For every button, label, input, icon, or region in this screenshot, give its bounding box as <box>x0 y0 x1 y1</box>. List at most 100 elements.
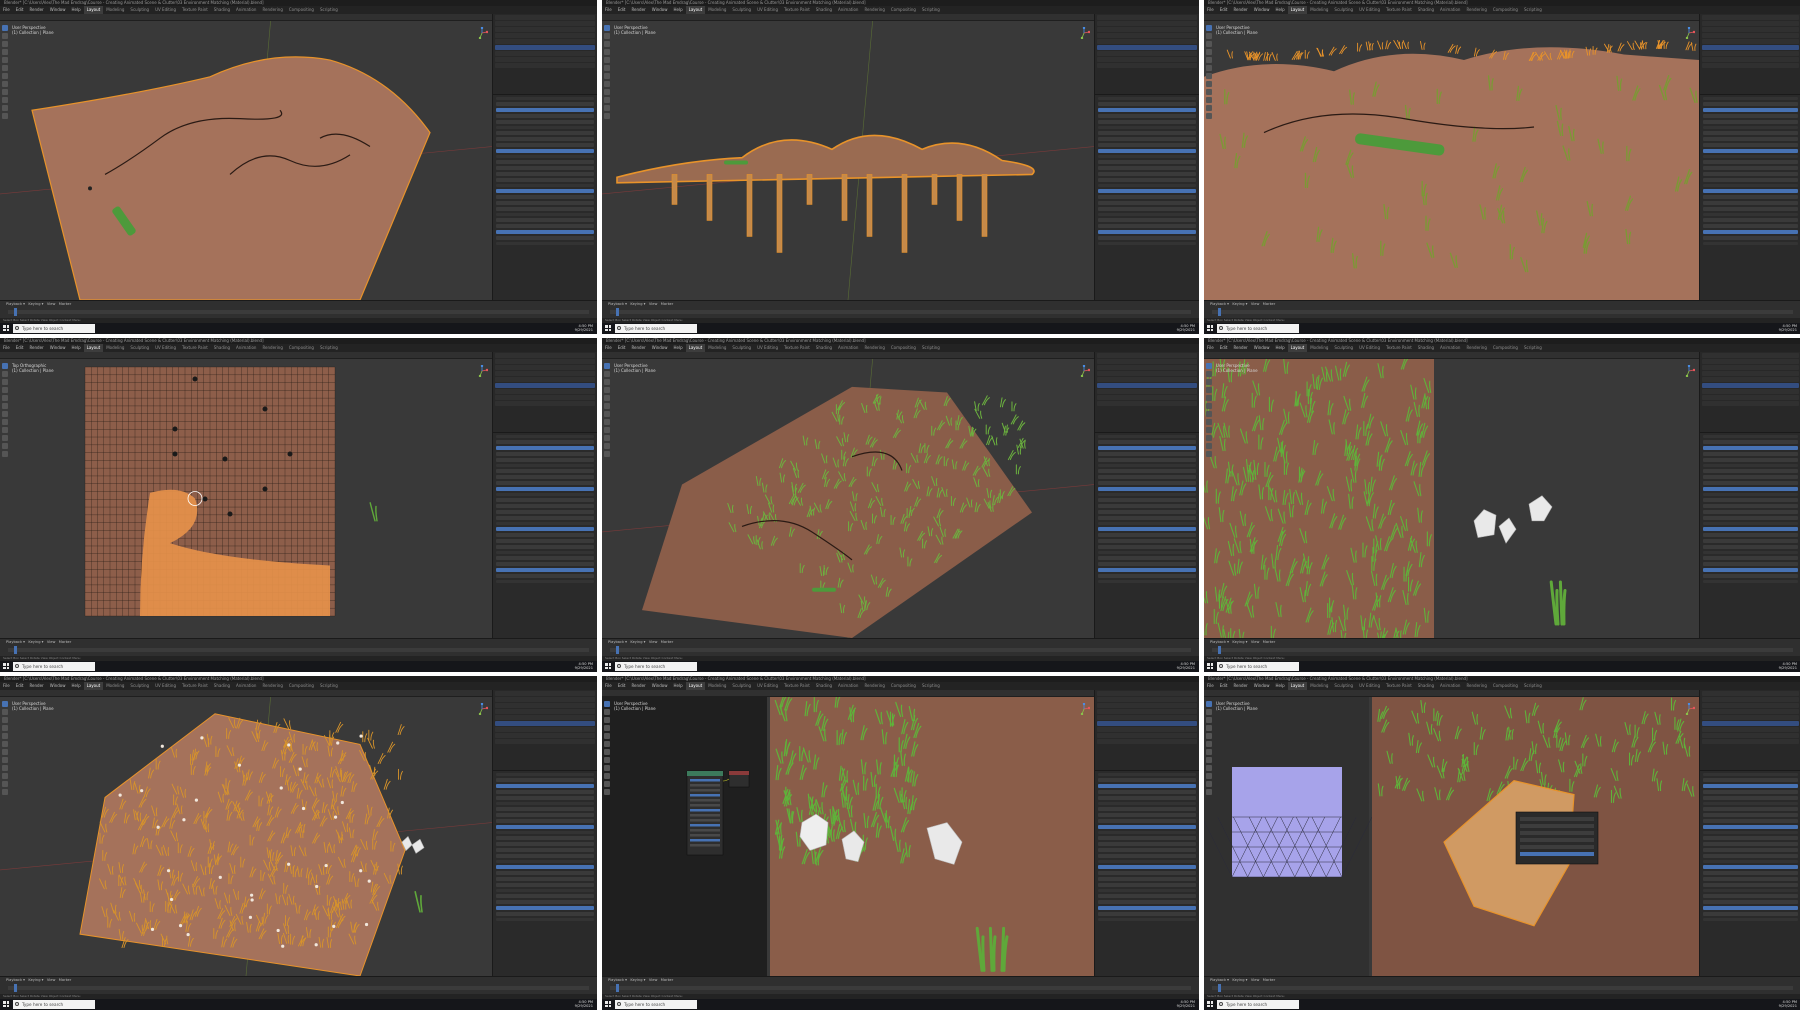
property-field[interactable] <box>1703 848 1798 852</box>
curve-point[interactable] <box>227 511 233 517</box>
workspace-tab[interactable]: Layout <box>83 682 104 690</box>
workspace-tab[interactable]: UV Editing <box>1356 6 1383 14</box>
tool-button[interactable] <box>2 757 8 763</box>
property-field[interactable] <box>496 860 594 863</box>
property-field[interactable] <box>1098 510 1196 514</box>
taskbar-search-input[interactable]: Type here to search <box>13 324 95 333</box>
workspace-tab[interactable]: Rendering <box>259 6 285 14</box>
workspace-tab[interactable]: Compositing <box>1490 6 1521 14</box>
outliner-item[interactable] <box>1097 691 1197 696</box>
property-field[interactable] <box>1098 522 1196 525</box>
tool-button[interactable] <box>1206 757 1212 763</box>
menu-file[interactable]: File <box>0 344 13 352</box>
workspace-tab[interactable]: Shading <box>1415 6 1437 14</box>
timeline-track[interactable] <box>8 986 589 990</box>
property-field[interactable] <box>1098 889 1196 892</box>
property-field[interactable] <box>496 819 594 823</box>
property-field[interactable] <box>1703 883 1798 887</box>
property-field[interactable] <box>1703 487 1798 491</box>
outliner-item[interactable] <box>1097 739 1197 744</box>
property-field[interactable] <box>1703 773 1798 776</box>
curve-point[interactable] <box>262 486 268 492</box>
terrain-plane[interactable] <box>1204 359 1434 638</box>
property-field[interactable] <box>1098 504 1196 508</box>
property-field[interactable] <box>1098 108 1196 112</box>
navigation-gizmo[interactable] <box>476 703 488 715</box>
property-field[interactable] <box>496 918 594 921</box>
menu-help[interactable]: Help <box>68 6 83 14</box>
property-field[interactable] <box>496 458 594 462</box>
tool-button[interactable] <box>604 49 610 55</box>
menu-help[interactable]: Help <box>670 344 685 352</box>
navigation-gizmo[interactable] <box>476 365 488 377</box>
workspace-tab[interactable]: Scripting <box>317 344 341 352</box>
property-field[interactable] <box>1703 108 1798 112</box>
property-field[interactable] <box>1703 446 1798 450</box>
menu-help[interactable]: Help <box>1272 344 1287 352</box>
outliner-item[interactable] <box>1097 389 1197 394</box>
workspace-tab[interactable]: Scripting <box>317 682 341 690</box>
timeline-menus[interactable]: Playback ▾ Keying ▾ View Marker <box>608 978 673 982</box>
outliner-item[interactable] <box>1097 715 1197 720</box>
property-field[interactable] <box>1098 493 1196 496</box>
property-field[interactable] <box>496 510 594 514</box>
tool-button[interactable] <box>604 81 610 87</box>
property-field[interactable] <box>1703 195 1798 199</box>
timeline[interactable]: Playback ▾ Keying ▾ View Marker <box>602 300 1199 318</box>
workspace-tab[interactable]: Layout <box>685 682 706 690</box>
tool-button[interactable] <box>2 741 8 747</box>
tool-button[interactable] <box>2 41 8 47</box>
workspace-tab[interactable]: Scripting <box>919 682 943 690</box>
menu-window[interactable]: Window <box>1251 344 1273 352</box>
workspace-tab[interactable]: Shading <box>1415 344 1437 352</box>
tool-button[interactable] <box>1206 411 1212 417</box>
property-field[interactable] <box>496 807 594 811</box>
tool-button[interactable] <box>2 113 8 119</box>
viewport-scene[interactable] <box>602 21 1094 300</box>
property-field[interactable] <box>1098 906 1196 910</box>
navigation-gizmo[interactable] <box>1683 27 1695 39</box>
menu-window[interactable]: Window <box>1251 682 1273 690</box>
property-field[interactable] <box>1703 114 1798 118</box>
property-field[interactable] <box>496 568 594 572</box>
property-field[interactable] <box>496 213 594 216</box>
tool-button[interactable] <box>1206 451 1212 457</box>
menu-file[interactable]: File <box>602 682 615 690</box>
menu-file[interactable]: File <box>1204 682 1217 690</box>
workspace-tab[interactable]: UV Editing <box>754 344 781 352</box>
workspace-tab[interactable]: Sculpting <box>1331 344 1356 352</box>
workspace-tab[interactable]: Compositing <box>286 344 317 352</box>
outliner-item[interactable] <box>1097 353 1197 358</box>
workspace-tab[interactable]: Compositing <box>1490 682 1521 690</box>
property-field[interactable] <box>1098 796 1196 800</box>
property-field[interactable] <box>496 114 594 118</box>
property-field[interactable] <box>1703 551 1798 554</box>
outliner-item[interactable] <box>1702 395 1799 400</box>
workspace-tab[interactable]: Shading <box>1415 682 1437 690</box>
property-field[interactable] <box>1703 242 1798 245</box>
property-field[interactable] <box>1703 516 1798 520</box>
property-field[interactable] <box>1703 533 1798 537</box>
outliner-item[interactable] <box>1097 377 1197 382</box>
property-field[interactable] <box>1098 178 1196 182</box>
workspace-tab[interactable]: Layout <box>83 6 104 14</box>
workspace-tab[interactable]: Animation <box>835 6 861 14</box>
tool-button[interactable] <box>1206 701 1212 707</box>
caterpillar-mesh[interactable] <box>812 587 836 592</box>
workspace-tab[interactable]: Animation <box>1437 344 1463 352</box>
workspace-tab[interactable]: Animation <box>835 682 861 690</box>
property-field[interactable] <box>496 906 594 910</box>
property-field[interactable] <box>1703 522 1798 525</box>
workspace-tab[interactable]: Sculpting <box>127 6 152 14</box>
outliner-item[interactable] <box>1097 45 1197 50</box>
tool-button[interactable] <box>604 73 610 79</box>
outliner-item[interactable] <box>495 703 595 708</box>
menu-help[interactable]: Help <box>68 344 83 352</box>
properties-panel[interactable] <box>1699 770 1800 976</box>
property-field[interactable] <box>1098 533 1196 537</box>
property-field[interactable] <box>1098 218 1196 222</box>
outliner-item[interactable] <box>495 733 595 738</box>
tool-button[interactable] <box>604 451 610 457</box>
taskbar-search-input[interactable]: Type here to search <box>1217 662 1299 671</box>
tool-button[interactable] <box>2 427 8 433</box>
